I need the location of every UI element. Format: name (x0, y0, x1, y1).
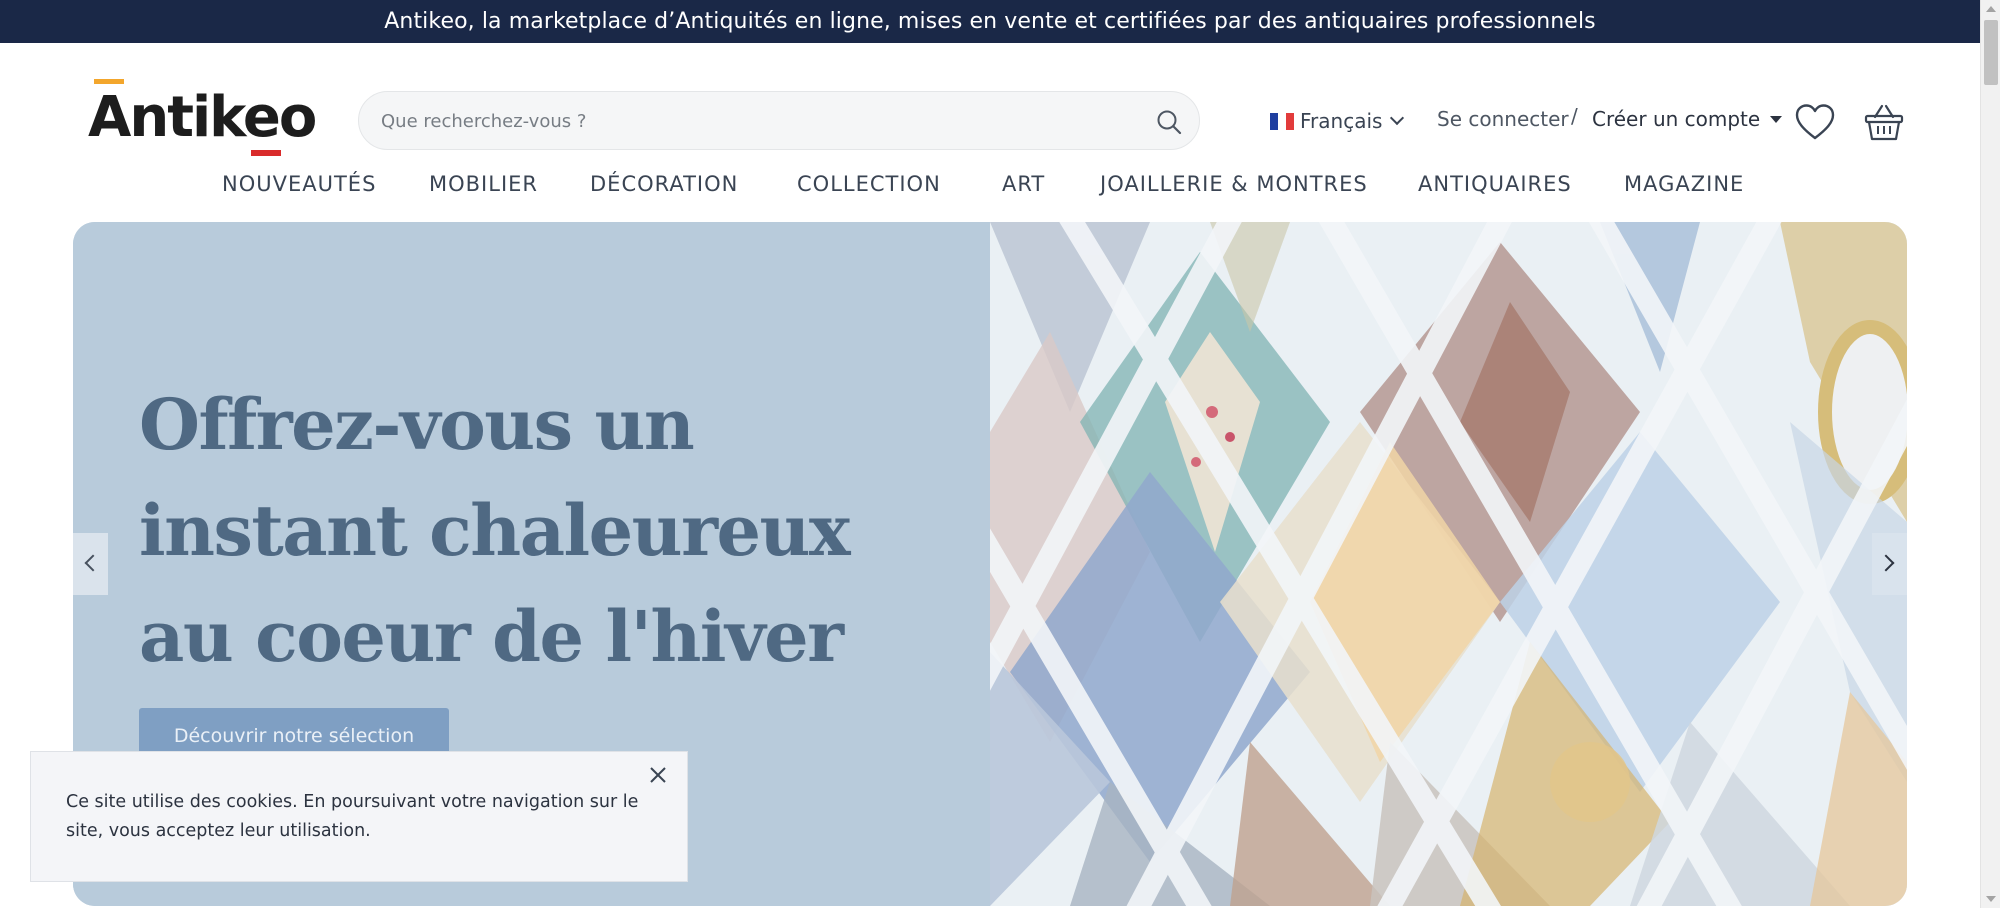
nav-item-joaillerie-montres[interactable]: JOAILLERIE & MONTRES (1100, 172, 1368, 196)
scroll-down-arrow-icon[interactable] (1986, 896, 1996, 902)
register-label: Créer un compte (1592, 107, 1761, 131)
main-nav: NOUVEAUTÉS MOBILIER DÉCORATION COLLECTIO… (0, 172, 1980, 208)
nav-item-mobilier[interactable]: MOBILIER (429, 172, 538, 196)
caret-down-icon (1770, 115, 1783, 123)
search-input[interactable] (381, 106, 1121, 136)
page-scrollbar[interactable] (1980, 0, 2000, 908)
scroll-up-arrow-icon[interactable] (1986, 6, 1996, 12)
register-dropdown[interactable]: Créer un compte (1592, 107, 1783, 131)
carousel-next-button[interactable] (1872, 533, 1907, 595)
chevron-left-icon (84, 554, 102, 572)
logo-text: Antikeo (88, 85, 317, 150)
logo-accent-bottom (251, 150, 281, 156)
announcement-bar: Antikeo, la marketplace d’Antiquités en … (0, 0, 1980, 43)
nav-item-collection[interactable]: COLLECTION (797, 172, 941, 196)
language-selector[interactable]: Français (1270, 106, 1405, 136)
heart-icon[interactable] (1795, 103, 1835, 143)
scroll-thumb[interactable] (1984, 20, 1998, 85)
logo-accent-top (94, 79, 124, 84)
nav-item-magazine[interactable]: MAGAZINE (1624, 172, 1744, 196)
search-icon[interactable] (1153, 106, 1185, 138)
language-label: Français (1300, 109, 1383, 133)
chevron-down-icon (1390, 110, 1405, 126)
login-link[interactable]: Se connecter (1437, 107, 1569, 131)
fr-flag-icon (1270, 112, 1294, 130)
hero-title: Offrez-vous un instant chaleureux au coe… (139, 383, 851, 678)
antiques-collage-image (990, 222, 1907, 906)
cookie-banner: Ce site utilise des cookies. En poursuiv… (30, 751, 688, 882)
account-separator: / (1571, 104, 1578, 128)
announcement-text: Antikeo, la marketplace d’Antiquités en … (384, 9, 1596, 34)
nav-item-antiquaires[interactable]: ANTIQUAIRES (1418, 172, 1572, 196)
chevron-right-icon (1877, 554, 1895, 572)
nav-item-decoration[interactable]: DÉCORATION (590, 172, 738, 196)
basket-icon[interactable] (1863, 101, 1905, 143)
close-icon[interactable] (647, 764, 669, 786)
hero-image-collage (990, 222, 1907, 906)
search-bar (358, 91, 1200, 150)
nav-item-nouveautes[interactable]: NOUVEAUTÉS (222, 172, 376, 196)
carousel-prev-button[interactable] (73, 533, 108, 595)
nav-item-art[interactable]: ART (1002, 172, 1045, 196)
cookie-message: Ce site utilise des cookies. En poursuiv… (66, 792, 639, 841)
site-logo[interactable]: Antikeo (88, 76, 317, 160)
